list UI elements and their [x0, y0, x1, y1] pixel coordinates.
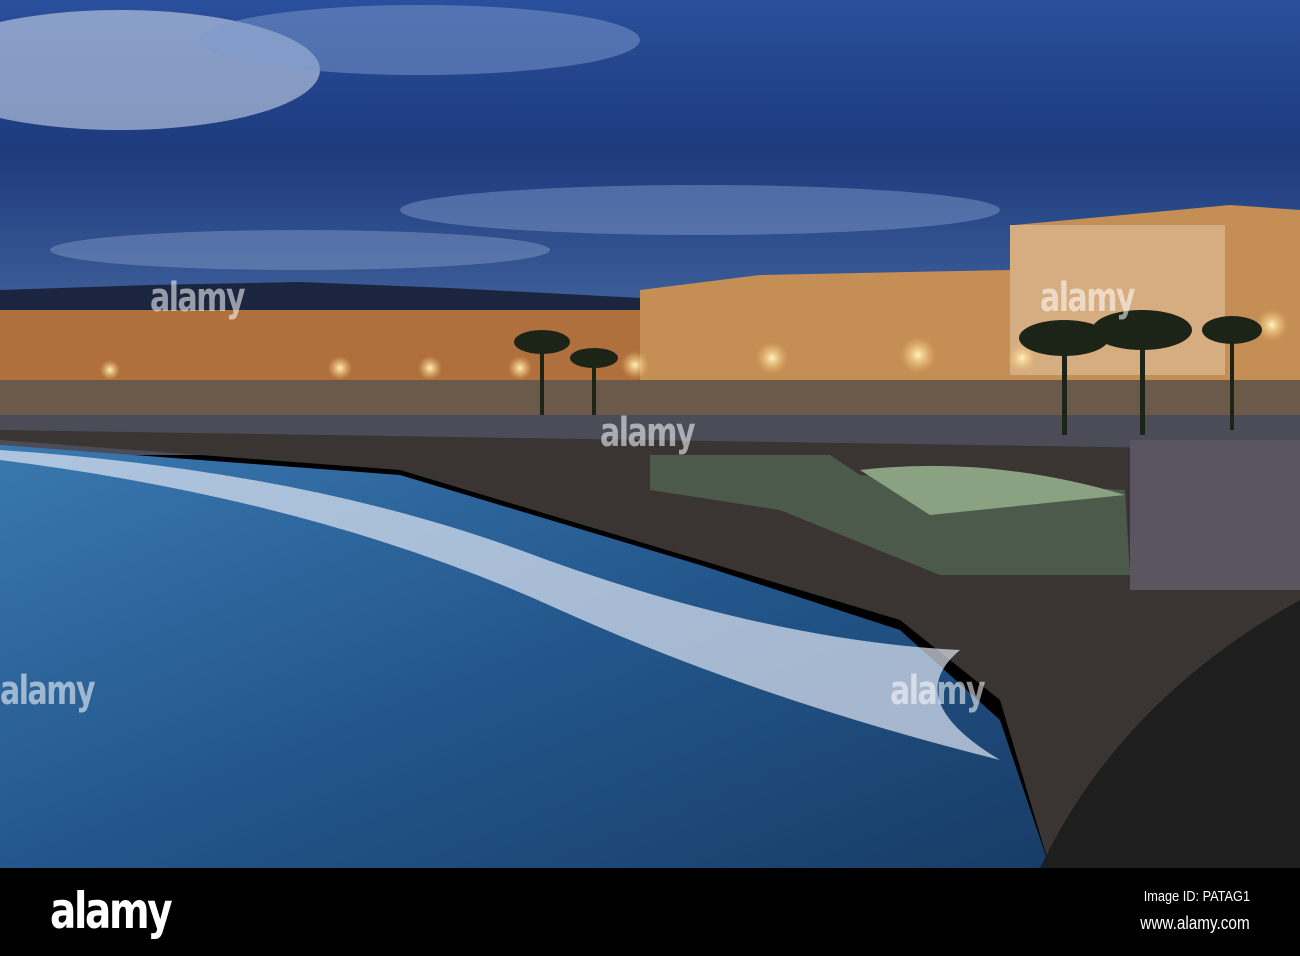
alamy-logo: alamy	[50, 882, 173, 940]
stone-wall	[1130, 440, 1300, 590]
watermark: alamy	[1040, 275, 1136, 321]
watermark: alamy	[890, 668, 986, 714]
footer-bar: alamy Image ID: PATAG1 www.alamy.com	[0, 868, 1300, 956]
stock-photo-page: alamy alamy alamy alamy alamy alamy Imag…	[0, 0, 1300, 956]
watermark: alamy	[0, 668, 96, 714]
watermark: alamy	[150, 275, 246, 321]
website-link[interactable]: www.alamy.com	[1141, 913, 1250, 934]
image-id: Image ID: PATAG1	[1143, 888, 1250, 905]
watermark: alamy	[600, 410, 696, 456]
